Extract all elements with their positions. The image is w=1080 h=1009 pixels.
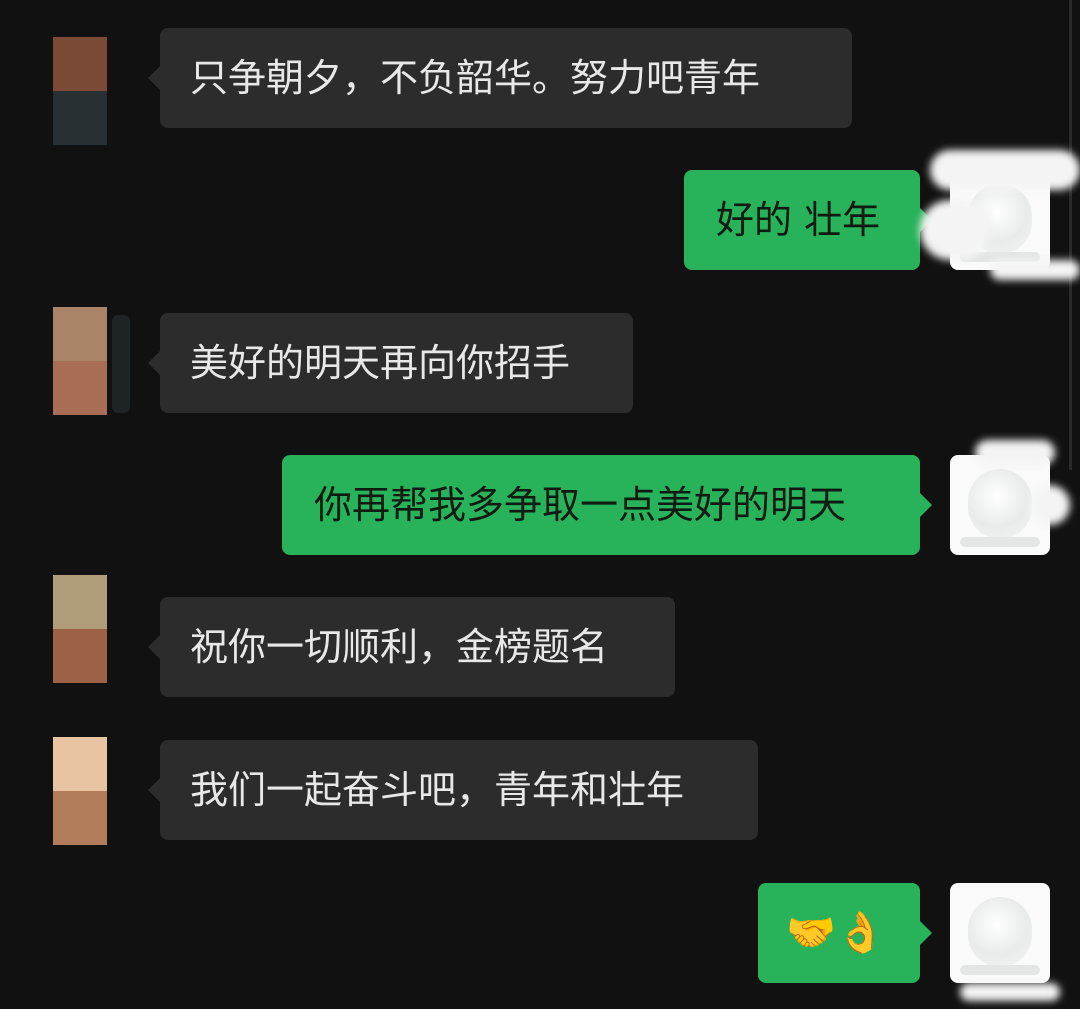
blur-overlay — [960, 983, 1060, 1001]
avatar-image — [968, 897, 1032, 967]
message-text: 只争朝夕，不负韶华。努力吧青年 — [190, 56, 761, 100]
scrollbar[interactable] — [1069, 0, 1072, 470]
blur-overlay — [1030, 485, 1070, 525]
avatar-image-base — [960, 965, 1040, 975]
message-text: 我们一起奋斗吧，青年和壮年 — [190, 768, 685, 812]
contact-avatar[interactable] — [53, 307, 107, 415]
message-text: 美好的明天再向你招手 — [190, 341, 571, 385]
incoming-message-bubble[interactable]: 我们一起奋斗吧，青年和壮年 — [148, 740, 758, 840]
blur-overlay — [990, 260, 1080, 280]
message-text: 你再帮我多争取一点美好的明天 — [314, 483, 847, 527]
incoming-message-bubble[interactable]: 美好的明天再向你招手 — [148, 313, 633, 413]
user-avatar[interactable] — [950, 883, 1050, 983]
chat-window: 只争朝夕，不负韶华。努力吧青年 好的 壮年 美好的明天再向你招手 你再帮我多争取… — [0, 0, 1080, 1009]
avatar-image — [968, 469, 1032, 539]
outgoing-message-bubble[interactable]: 你再帮我多争取一点美好的明天 — [282, 455, 932, 555]
blur-overlay — [930, 150, 1080, 190]
emoji-message: 🤝👌 — [786, 910, 886, 956]
blur-overlay — [920, 200, 990, 260]
contact-avatar[interactable] — [53, 37, 107, 145]
message-text: 祝你一切顺利，金榜题名 — [190, 625, 609, 669]
message-text: 好的 壮年 — [716, 198, 881, 242]
avatar-image-base — [960, 537, 1040, 547]
incoming-message-bubble[interactable]: 只争朝夕，不负韶华。努力吧青年 — [148, 28, 852, 128]
avatar-edge — [112, 315, 130, 413]
outgoing-message-bubble[interactable]: 好的 壮年 — [684, 170, 932, 270]
contact-avatar[interactable] — [53, 575, 107, 683]
outgoing-message-bubble[interactable]: 🤝👌 — [758, 883, 932, 983]
blur-overlay — [975, 440, 1055, 465]
contact-avatar[interactable] — [53, 737, 107, 845]
incoming-message-bubble[interactable]: 祝你一切顺利，金榜题名 — [148, 597, 675, 697]
